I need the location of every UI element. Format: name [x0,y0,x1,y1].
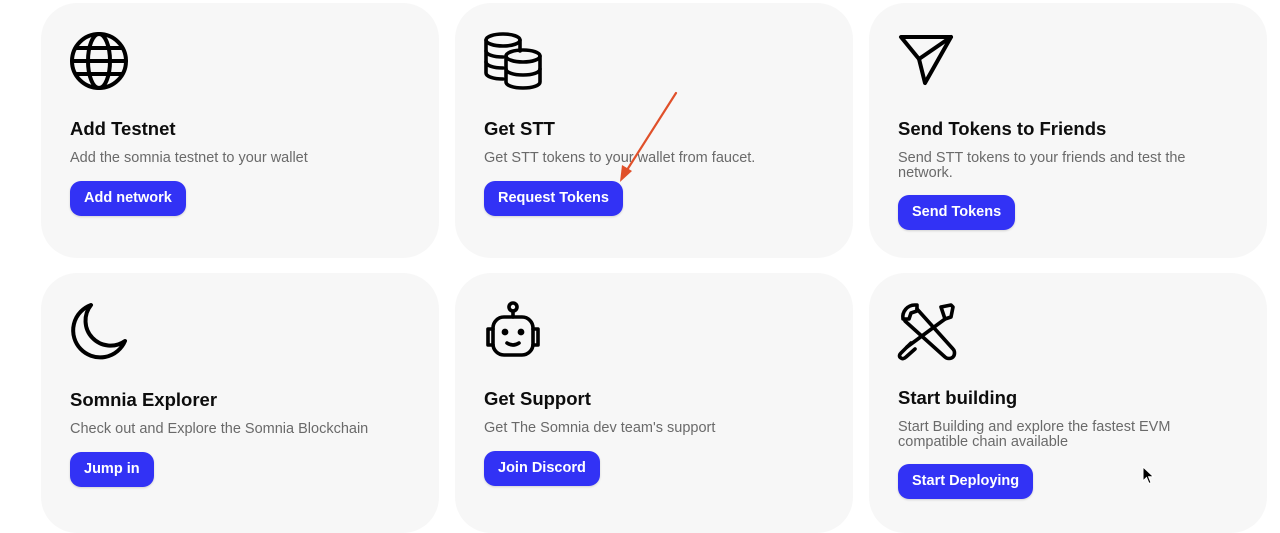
tools-icon [897,301,957,361]
moon-icon [69,301,129,361]
request-tokens-button[interactable]: Request Tokens [484,181,623,216]
join-discord-button[interactable]: Join Discord [484,451,600,486]
start-deploying-button[interactable]: Start Deploying [898,464,1034,499]
card-description: Start Building and explore the fastest E… [898,419,1171,450]
card-get-stt: Get STT Get STT tokens to your wallet fr… [455,3,853,258]
card-send-tokens: Send Tokens to Friends Send STT tokens t… [869,3,1267,258]
card-add-testnet: Add Testnet Add the somnia testnet to yo… [41,3,439,258]
robot-icon [483,301,543,361]
card-somnia-explorer: Somnia Explorer Check out and Explore th… [41,273,439,533]
card-title: Get Support [484,388,591,409]
card-title: Start building [898,387,1018,408]
card-title: Add Testnet [70,118,176,139]
card-title: Send Tokens to Friends [898,118,1107,139]
send-tokens-button[interactable]: Send Tokens [898,195,1016,230]
card-start-building: Start building Start Building and explor… [869,273,1267,533]
jump-in-button[interactable]: Jump in [70,452,154,487]
card-description: Add the somnia testnet to your wallet [70,150,308,166]
paper-plane-icon [897,31,957,91]
card-get-support: Get Support Get The Somnia dev team's su… [455,273,853,533]
card-description: Get The Somnia dev team's support [484,420,716,436]
add-network-button[interactable]: Add network [70,181,186,216]
mouse-cursor-icon [1142,466,1155,485]
card-description: Check out and Explore the Somnia Blockch… [70,421,369,437]
card-title: Somnia Explorer [70,389,218,410]
card-description: Get STT tokens to your wallet from fauce… [484,150,756,166]
card-title: Get STT [484,118,555,139]
card-description: Send STT tokens to your friends and test… [898,150,1186,181]
coins-stack-icon [483,31,543,91]
globe-icon [69,31,129,91]
